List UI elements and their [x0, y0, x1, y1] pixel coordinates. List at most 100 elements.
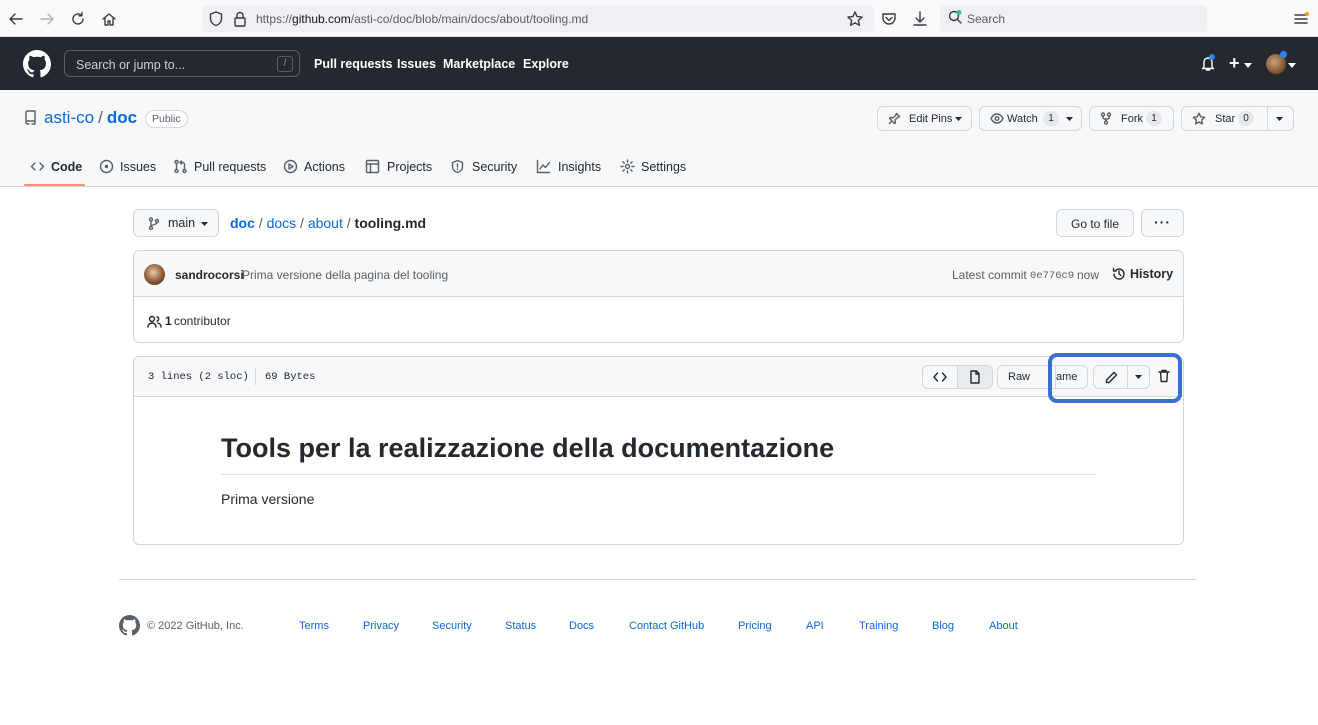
tab-insights[interactable]: Insights — [558, 160, 601, 174]
menu-icon[interactable] — [1292, 10, 1310, 28]
footer-link-security[interactable]: Security — [432, 620, 472, 632]
issue-icon — [99, 159, 114, 174]
url-text[interactable]: https://github.com/asti-co/doc/blob/main… — [256, 12, 588, 26]
history-link[interactable]: History — [1130, 267, 1173, 281]
nav-marketplace[interactable]: Marketplace — [443, 57, 515, 71]
file-info-divider — [255, 368, 256, 385]
star-divider — [1267, 107, 1268, 130]
bookmark-star-icon[interactable] — [846, 10, 864, 28]
back-arrow-icon[interactable] — [7, 10, 25, 28]
home-icon[interactable] — [100, 10, 118, 28]
file-icon — [969, 370, 981, 384]
repo-name-link[interactable]: doc — [107, 108, 137, 127]
markdown-heading: Tools per la realizzazione della documen… — [221, 433, 835, 463]
table-icon — [365, 159, 380, 174]
footer-link-status[interactable]: Status — [505, 620, 536, 632]
browser-toolbar: https://github.com/asti-co/doc/blob/main… — [0, 0, 1318, 37]
nav-issues[interactable]: Issues — [397, 57, 436, 71]
visibility-badge: Public — [145, 110, 188, 128]
tab-security[interactable]: Security — [472, 160, 517, 174]
lock-icon[interactable] — [231, 10, 249, 28]
markdown-paragraph: Prima versione — [221, 491, 315, 507]
repo-owner-link[interactable]: asti-co — [44, 108, 94, 127]
fork-label: Fork — [1121, 113, 1143, 125]
heading-rule — [221, 474, 1096, 475]
commit-author-link[interactable]: sandrocorsi — [175, 268, 244, 282]
tab-pull-requests[interactable]: Pull requests — [194, 160, 266, 174]
more-options-button[interactable]: ··· — [1141, 209, 1184, 237]
footer-copyright: © 2022 GitHub, Inc. — [147, 620, 244, 632]
tab-settings[interactable]: Settings — [641, 160, 686, 174]
branch-selector[interactable]: main — [133, 209, 219, 237]
new-menu-plus-icon[interactable]: + — [1229, 53, 1240, 74]
footer-link-privacy[interactable]: Privacy — [363, 620, 399, 632]
commit-row: sandrocorsi Prima versione della pagina … — [134, 251, 1183, 297]
reload-icon[interactable] — [69, 10, 87, 28]
search-icon — [947, 9, 963, 25]
history-icon — [1112, 267, 1126, 281]
watch-label: Watch — [1007, 113, 1038, 125]
footer-link-pricing[interactable]: Pricing — [738, 620, 772, 632]
commit-message-link[interactable]: Prima versione della pagina del tooling — [242, 268, 448, 282]
fork-button[interactable]: Fork 1 — [1089, 106, 1174, 131]
footer-link-training[interactable]: Training — [859, 620, 898, 632]
footer-link-about[interactable]: About — [989, 620, 1018, 632]
footer-divider — [119, 579, 1197, 580]
latest-commit-label: Latest commit — [952, 268, 1027, 282]
new-menu-caret-icon[interactable] — [1244, 63, 1252, 68]
go-to-file-label: Go to file — [1071, 217, 1120, 231]
go-to-file-button[interactable]: Go to file — [1056, 209, 1134, 237]
caret-down-icon — [1066, 117, 1073, 121]
edit-pins-label: Edit Pins — [909, 113, 953, 125]
display-rendered-button[interactable] — [957, 365, 993, 389]
display-source-button[interactable] — [922, 365, 958, 389]
footer-link-docs[interactable]: Docs — [569, 620, 594, 632]
play-icon — [283, 159, 298, 174]
tab-issues[interactable]: Issues — [120, 160, 156, 174]
forward-arrow-icon[interactable] — [38, 10, 56, 28]
raw-button[interactable]: Raw — [997, 365, 1038, 389]
avatar-caret-icon[interactable] — [1288, 63, 1296, 68]
watch-button[interactable]: Watch 1 — [979, 106, 1082, 131]
breadcrumb-about-link[interactable]: about — [308, 215, 343, 231]
breadcrumb-docs-link[interactable]: docs — [267, 215, 297, 231]
commit-time: now — [1077, 268, 1100, 282]
branch-icon — [148, 217, 160, 230]
github-search-placeholder: Search or jump to... — [76, 58, 186, 72]
repo-title-separator: / — [98, 108, 103, 127]
code-icon — [933, 371, 947, 383]
github-logo-icon[interactable] — [23, 50, 51, 78]
breadcrumb: doc / docs / about / tooling.md — [230, 215, 426, 231]
contributors-label[interactable]: contributor — [174, 314, 231, 328]
edit-pins-button[interactable]: Edit Pins — [877, 106, 972, 131]
fork-count: 1 — [1146, 111, 1162, 126]
author-avatar[interactable] — [144, 264, 165, 285]
tab-projects[interactable]: Projects — [387, 160, 432, 174]
latest-commit-box: sandrocorsi Prima versione della pagina … — [133, 250, 1184, 343]
star-dropdown-caret-icon[interactable] — [1276, 117, 1283, 121]
repo-title: asti-co / doc — [44, 108, 137, 128]
contributors-count[interactable]: 1 — [165, 314, 172, 328]
footer-link-terms[interactable]: Terms — [299, 620, 329, 632]
footer-link-contact[interactable]: Contact GitHub — [629, 620, 704, 632]
tab-code[interactable]: Code — [51, 160, 82, 174]
nav-explore[interactable]: Explore — [523, 57, 569, 71]
tracking-shield-icon[interactable] — [207, 10, 225, 28]
graph-icon — [536, 159, 551, 174]
breadcrumb-repo-link[interactable]: doc — [230, 215, 255, 231]
avatar-status-dot — [1280, 51, 1287, 58]
pocket-icon[interactable] — [880, 10, 898, 28]
star-button[interactable]: Star 0 — [1181, 106, 1294, 131]
file-line-count: 3 lines (2 sloc) — [148, 371, 249, 383]
tab-actions[interactable]: Actions — [304, 160, 345, 174]
footer-link-api[interactable]: API — [806, 620, 824, 632]
footer-link-blog[interactable]: Blog — [932, 620, 954, 632]
fork-icon — [1100, 112, 1112, 125]
github-search-input[interactable]: Search or jump to... / — [64, 50, 300, 77]
pin-icon — [888, 112, 901, 125]
github-footer-logo-icon[interactable] — [119, 615, 140, 636]
nav-pull-requests[interactable]: Pull requests — [314, 57, 393, 71]
notification-bell-icon[interactable] — [1200, 54, 1216, 72]
commit-sha-link[interactable]: 0e776c9 — [1030, 270, 1074, 282]
download-icon[interactable] — [911, 10, 929, 28]
